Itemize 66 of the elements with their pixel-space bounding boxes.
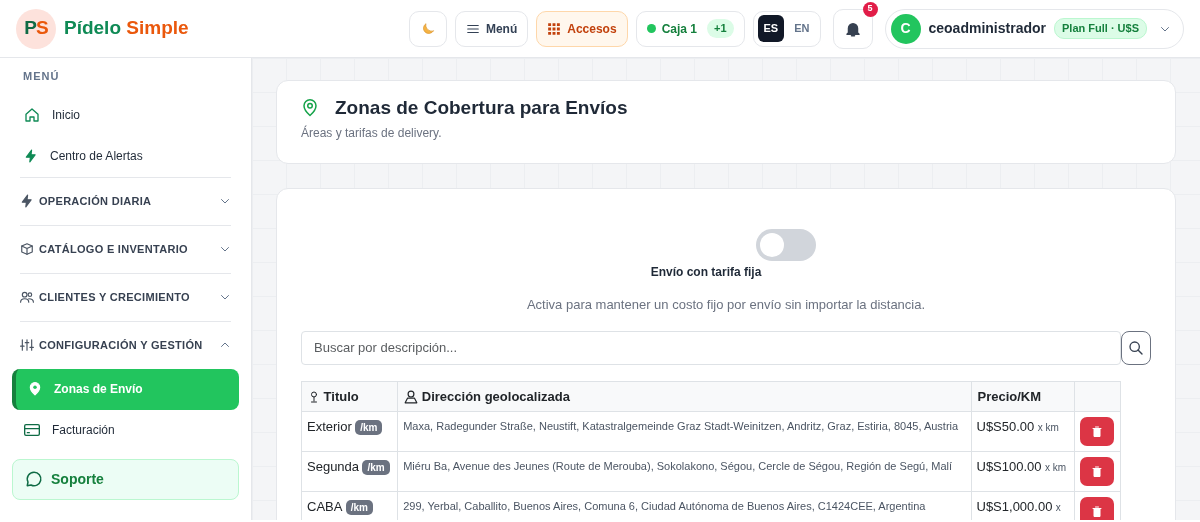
sidebar-section[interactable]: CLIENTES Y CRECIMIENTO (20, 272, 231, 321)
search-button[interactable] (1121, 330, 1151, 365)
notification-badge: 5 (862, 1, 878, 17)
sidebar-item[interactable]: Facturación (12, 409, 239, 451)
trash-icon (1090, 505, 1103, 518)
user-name: ceoadministrador (928, 19, 1046, 38)
per-km-badge: /km (345, 500, 373, 515)
switch-label: Envío con tarifa fija (650, 264, 762, 281)
price-text: U$S1,000.00 (976, 499, 1053, 514)
sliders-icon (20, 338, 34, 352)
address-cell: Maxa, Radegunder Straße, Neustift, Katastralgemeinde Graz Stadt-Weinitzen, Andritz, Graz, Estiria, 8045, Austria (397, 411, 971, 452)
zone-title: Segunda (307, 459, 360, 474)
unit-text: x km (1037, 422, 1059, 433)
logo-icon: PS (16, 8, 56, 49)
search-icon (1128, 339, 1144, 356)
home-icon (24, 107, 40, 123)
delete-button[interactable] (1079, 417, 1114, 446)
per-km-badge: /km (362, 460, 390, 475)
brand-name: Pídelo Simple (64, 16, 189, 41)
address-cell: Miéru Ba, Avenue des Jeunes (Route de Merouba), Sokolakono, Ségou, Cercle de Ségou, Región de Segú, Malí (397, 451, 971, 492)
zone-title: CABA (307, 499, 343, 514)
page-subtitle: Áreas y tarifas de delivery. (301, 124, 443, 142)
lightning-bolt-icon (20, 193, 34, 209)
grid-icon (547, 21, 562, 36)
menu-button[interactable]: Menú (454, 10, 529, 47)
search-field[interactable]: Buscar por descripción... (301, 330, 1121, 365)
plan-badge: Plan Full · U$S (1054, 18, 1147, 39)
support-button[interactable]: Soporte (12, 458, 239, 500)
cash-register-button[interactable]: Caja 1 +1 (635, 10, 745, 47)
count-badge: +1 (707, 19, 734, 38)
chat-bubble-icon (25, 470, 43, 488)
price-text: U$S100.00 (976, 459, 1042, 474)
unit-text: x (1055, 502, 1061, 513)
column-header: Dirección geolocalizada (397, 381, 971, 412)
address-cell: 299, Yerbal, Caballito, Buenos Aires, Comuna 6, Ciudad Autónoma de Buenos Aires, C1424CEE, Argentina (397, 491, 971, 520)
column-header: Titulo (301, 381, 398, 412)
pin-icon (308, 390, 320, 405)
location-pin-icon (28, 381, 42, 397)
delete-button[interactable] (1079, 497, 1114, 520)
fixed-rate-switch[interactable] (756, 229, 816, 261)
access-button[interactable]: Accesos (536, 10, 628, 47)
trash-icon (1090, 425, 1103, 438)
theme-toggle-button[interactable] (408, 10, 447, 47)
language-tab[interactable]: ES (757, 15, 785, 42)
sidebar-item[interactable]: Inicio (12, 94, 239, 136)
per-km-badge: /km (355, 420, 383, 435)
user-avatar: C (890, 13, 921, 44)
price-text: U$S50.00 (976, 419, 1035, 434)
people-icon (20, 290, 34, 304)
sidebar-section[interactable]: CONFIGURACIÓN Y GESTIÓN (20, 320, 231, 369)
box-icon (20, 242, 34, 256)
zone-title: Exterior (307, 419, 352, 434)
trash-icon (1090, 465, 1103, 478)
column-header: Precio/KM (971, 381, 1075, 412)
menu-heading: MENÚ (22, 69, 61, 84)
sidebar-item[interactable]: Centro de Alertas (12, 135, 239, 177)
person-pin-icon (404, 390, 419, 405)
language-tab[interactable]: EN (788, 15, 816, 42)
delete-button[interactable] (1079, 457, 1114, 486)
sidebar-section[interactable]: OPERACIÓN DIARIA (20, 176, 231, 225)
credit-card-icon (24, 423, 40, 437)
lightning-bolt-icon (24, 148, 38, 164)
page-title: Zonas de Cobertura para Envíos (335, 97, 628, 120)
sidebar-section[interactable]: CATÁLOGO E INVENTARIO (20, 224, 231, 273)
switch-description: Activa para mantener un costo fijo por envío sin importar la distancia. (526, 296, 926, 314)
unit-text: x km (1044, 462, 1066, 473)
